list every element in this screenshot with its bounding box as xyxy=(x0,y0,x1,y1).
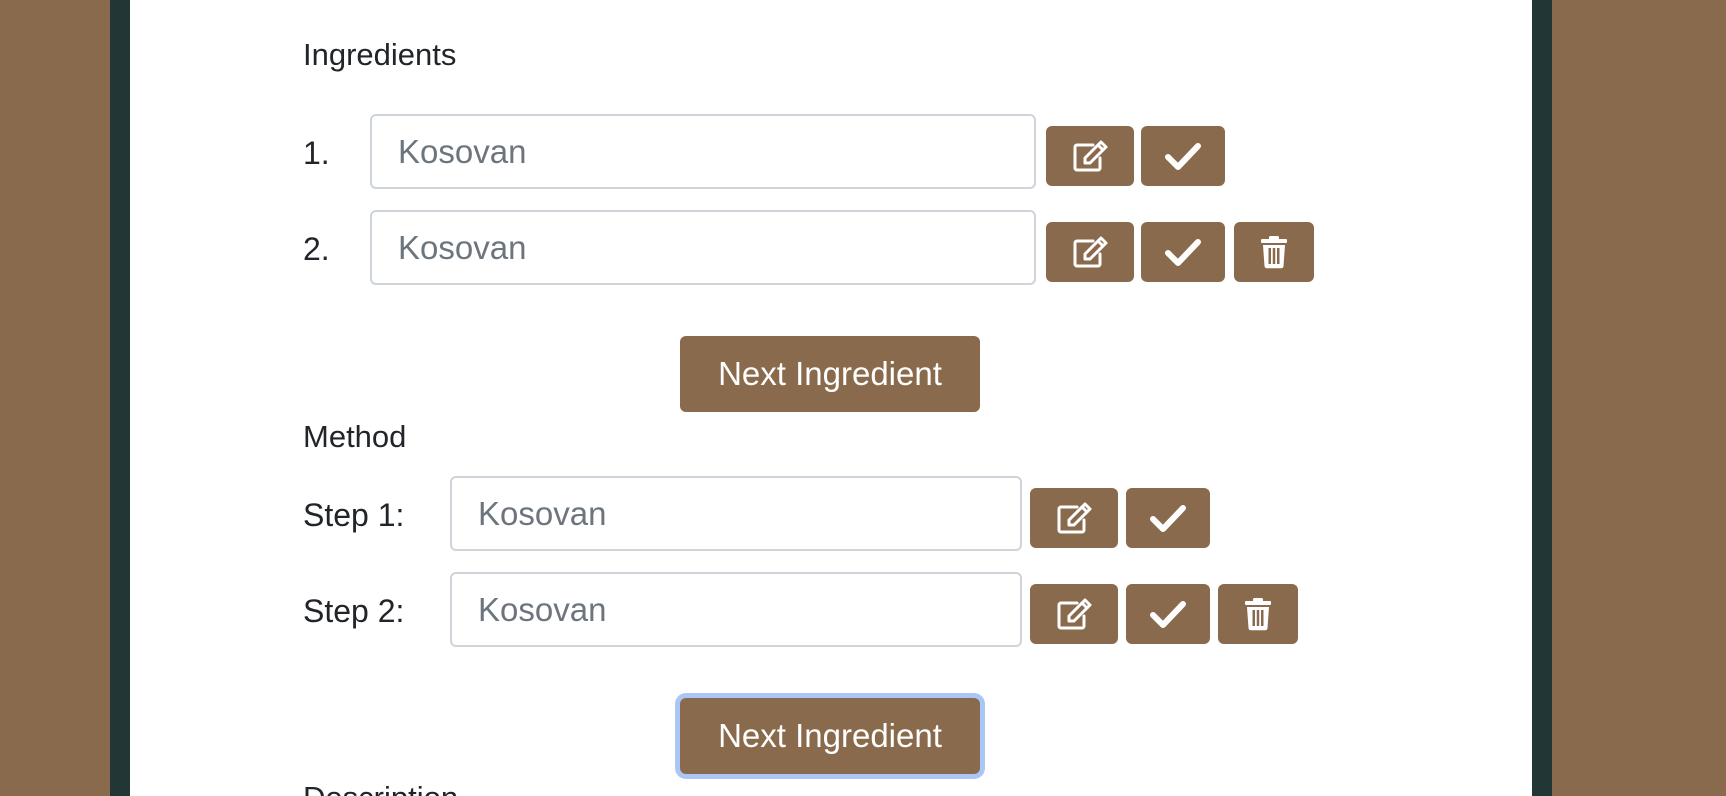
ingredient-2-confirm-button[interactable] xyxy=(1141,222,1225,282)
edit-icon xyxy=(1057,598,1092,630)
trash-icon xyxy=(1245,598,1271,631)
ingredient-2-edit-button[interactable] xyxy=(1046,222,1134,282)
step-input-1[interactable] xyxy=(450,476,1022,551)
edit-icon xyxy=(1057,502,1092,534)
check-icon xyxy=(1150,601,1186,628)
step-1-confirm-button[interactable] xyxy=(1126,488,1210,548)
recipe-form-panel: Ingredients 1. 2. Next In xyxy=(130,0,1532,796)
description-heading: Description xyxy=(303,782,458,796)
ingredient-2-delete-button[interactable] xyxy=(1234,222,1314,282)
next-step-button[interactable]: Next Ingredient xyxy=(680,698,980,774)
step-2-confirm-button[interactable] xyxy=(1126,584,1210,644)
trash-icon xyxy=(1261,236,1287,269)
step-2-edit-button[interactable] xyxy=(1030,584,1118,644)
step-label-2: Step 2: xyxy=(303,593,405,629)
step-label-1: Step 1: xyxy=(303,497,405,533)
ingredient-1-confirm-button[interactable] xyxy=(1141,126,1225,186)
check-icon xyxy=(1165,143,1201,170)
step-1-edit-button[interactable] xyxy=(1030,488,1118,548)
check-icon xyxy=(1165,239,1201,266)
ingredient-input-1[interactable] xyxy=(370,114,1036,189)
ingredient-number-2: 2. xyxy=(303,231,330,267)
ingredient-number-1: 1. xyxy=(303,135,330,171)
step-2-delete-button[interactable] xyxy=(1218,584,1298,644)
edit-icon xyxy=(1073,140,1108,172)
edit-icon xyxy=(1073,236,1108,268)
step-input-2[interactable] xyxy=(450,572,1022,647)
method-heading: Method xyxy=(303,419,407,454)
check-icon xyxy=(1150,505,1186,532)
ingredient-input-2[interactable] xyxy=(370,210,1036,285)
ingredients-heading: Ingredients xyxy=(303,37,457,72)
ingredient-1-edit-button[interactable] xyxy=(1046,126,1134,186)
next-ingredient-button[interactable]: Next Ingredient xyxy=(680,336,980,412)
